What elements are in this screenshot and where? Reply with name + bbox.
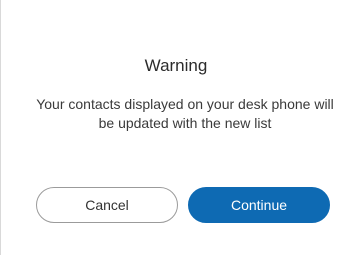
dialog-title: Warning [144,56,208,75]
warning-dialog: Warning Your contacts displayed on your … [0,0,351,255]
continue-button[interactable]: Continue [188,187,330,223]
cancel-button[interactable]: Cancel [36,187,178,223]
dialog-message: Your contacts displayed on your desk pho… [36,96,334,131]
